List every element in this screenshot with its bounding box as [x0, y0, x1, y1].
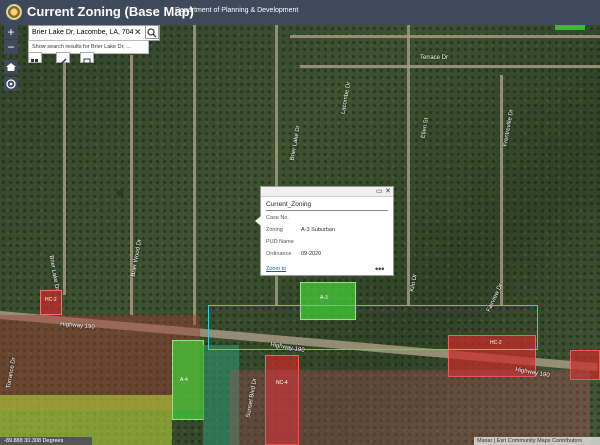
layer-list-button[interactable] [28, 52, 42, 63]
popup-row-label: Ordinance [266, 251, 292, 257]
department-name: Department of Planning & Development [175, 7, 299, 14]
zone-green-topright[interactable] [555, 25, 585, 30]
zone-label: HC-2 [45, 297, 57, 303]
road-horizontal [290, 35, 600, 38]
popup-row: Case No. [266, 215, 289, 221]
locate-button[interactable] [4, 77, 18, 91]
popup-titlebar: ▭ ✕ [261, 187, 393, 197]
zone-label: HC-2 [490, 340, 502, 346]
close-icon[interactable]: ✕ [385, 187, 391, 195]
locate-icon [6, 79, 16, 89]
print-icon [83, 58, 91, 65]
zone-label: NC-4 [276, 380, 288, 386]
street-label: Kilo Dr [409, 273, 419, 293]
street-label: Brier Lake Dr [289, 125, 302, 161]
road-horizontal [300, 65, 600, 68]
app-title: Current Zoning (Base Map) [27, 4, 194, 19]
popup-title: Current_Zoning [266, 201, 312, 208]
home-button[interactable] [4, 60, 18, 74]
zone-label: A-3 [320, 295, 328, 301]
popup-row: PUD Name [266, 239, 294, 245]
street-label: Lacombe Dr [340, 81, 353, 115]
map-attribution: Maxar | Esri Community Maps Contributors [474, 437, 600, 445]
maximize-icon[interactable]: ▭ [376, 187, 383, 195]
street-label: Terrace Dr [420, 55, 449, 61]
popup-row: Zoning A-3 Suburban [266, 227, 335, 233]
zoom-in-button[interactable]: + [4, 25, 18, 39]
zone-green-b[interactable] [172, 340, 204, 420]
popup-row: Ordinance 09-2020 [266, 251, 321, 257]
clear-search-icon[interactable]: ✕ [134, 27, 142, 38]
grid-icon [31, 59, 38, 62]
popup-row-value: A-3 Suburban [301, 227, 335, 233]
search-icon [147, 28, 157, 38]
road-vertical [500, 75, 503, 305]
coordinate-readout: -89.888 30.308 Degrees [0, 437, 92, 445]
parish-seal-icon [6, 4, 22, 20]
search-input[interactable]: Brier Lake Dr, Lacombe, LA, 704 ✕ [28, 25, 160, 41]
zoom-to-link[interactable]: Zoom to [266, 266, 286, 272]
draw-button[interactable] [56, 52, 70, 66]
street-label: Ellen St [420, 117, 431, 139]
feature-popup: ▭ ✕ Current_Zoning Case No. Zoning A-3 S… [255, 186, 394, 276]
pencil-icon [59, 58, 67, 66]
search-button[interactable] [145, 25, 159, 39]
print-button[interactable] [80, 52, 94, 65]
home-icon [6, 63, 16, 71]
popup-row-label: Zoning [266, 227, 283, 233]
popup-row-label: Case No. [266, 215, 289, 221]
app-header: Current Zoning (Base Map) Department of … [0, 0, 600, 25]
search-value: Brier Lake Dr, Lacombe, LA, 704 [32, 29, 134, 36]
road-vertical [193, 25, 196, 325]
popup-row-label: PUD Name [266, 239, 294, 245]
zoom-out-button[interactable]: − [4, 40, 18, 54]
popup-row-value: 09-2020 [301, 251, 322, 257]
popup-pointer [255, 216, 261, 226]
popup-divider [266, 210, 388, 211]
street-label: Frentreville Dr [502, 108, 516, 148]
street-label: Brier Lake Dr [47, 255, 60, 291]
zone-label: A-4 [180, 377, 188, 383]
more-options-icon[interactable]: ••• [375, 264, 384, 274]
